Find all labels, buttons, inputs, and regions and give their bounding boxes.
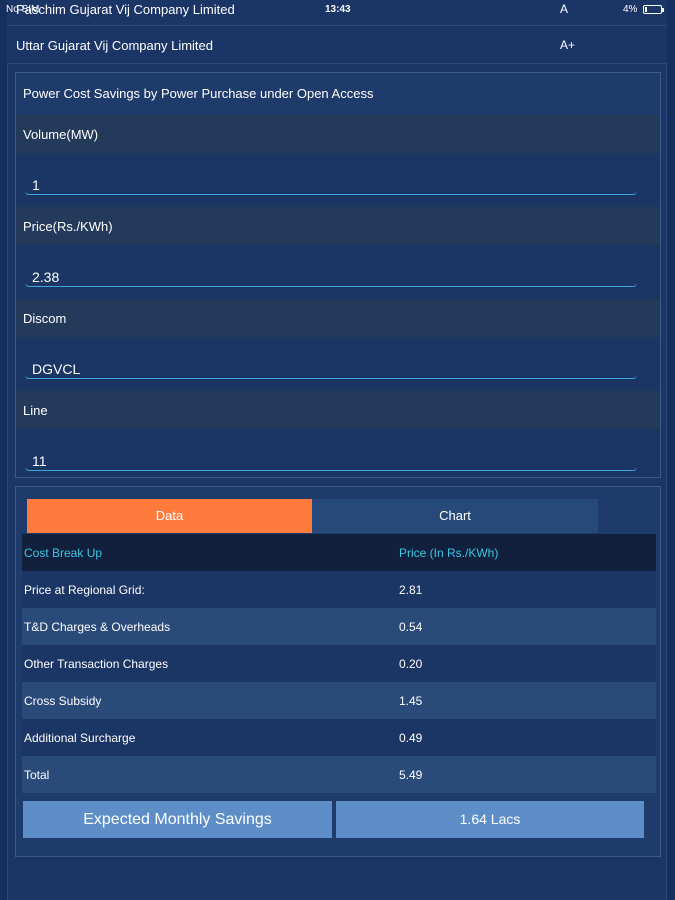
row-value: 0.54 [399,620,423,634]
discom-label-row: Discom [16,299,660,337]
row-value: 5.49 [399,768,423,782]
table-row: Cross Subsidy 1.45 [22,682,656,719]
discom-field-row: DGVCL [16,337,660,391]
discom-select[interactable]: DGVCL [25,347,637,379]
row-value: 1.45 [399,694,423,708]
clock: 13:43 [325,4,351,15]
battery-icon [643,5,664,14]
volume-input[interactable]: 1 [25,163,637,195]
table-header: Cost Break Up Price (In Rs./KWh) [22,534,656,571]
table-row: Additional Surcharge 0.49 [22,719,656,756]
row-value: 0.49 [399,731,423,745]
volume-label-row: Volume(MW) [16,115,660,153]
table-row: T&D Charges & Overheads 0.54 [22,608,656,645]
font-size-increase-button[interactable]: A+ [560,38,575,52]
discom-label: Discom [23,311,67,326]
cost-breakup-table: Cost Break Up Price (In Rs./KWh) Price a… [22,534,656,793]
table-row: Price at Regional Grid: 2.81 [22,571,656,608]
price-input[interactable]: 2.38 [25,255,637,287]
company-name: Uttar Gujarat Vij Company Limited [16,38,214,53]
row-label: Additional Surcharge [24,731,136,745]
price-label: Price(Rs./KWh) [23,219,113,234]
volume-label: Volume(MW) [23,127,99,142]
form-title: Power Cost Savings by Power Purchase und… [23,86,374,101]
volume-field-row: 1 [16,153,660,207]
line-select[interactable]: 11 [25,439,637,471]
tab-chart[interactable]: Chart [312,499,598,533]
row-label: Total [24,768,50,782]
company-row-uttar[interactable]: Uttar Gujarat Vij Company Limited A+ [7,26,667,64]
row-value: 2.81 [399,583,423,597]
header-cost-break-up: Cost Break Up [24,546,103,560]
line-label-row: Line [16,391,660,429]
header-price: Price (In Rs./KWh) [399,546,499,560]
row-label: T&D Charges & Overheads [24,620,171,634]
savings-value-button[interactable]: 1.64 Lacs [336,801,644,838]
table-row: Other Transaction Charges 0.20 [22,645,656,682]
line-field-row: 11 [16,429,660,477]
line-label: Line [23,403,48,418]
price-label-row: Price(Rs./KWh) [16,207,660,245]
status-bar: No SIM 13:43 4% [0,0,675,20]
carrier-label: No SIM [6,4,40,15]
calculator-form: Power Cost Savings by Power Purchase und… [15,72,661,478]
row-label: Price at Regional Grid: [24,583,145,597]
tab-data[interactable]: Data [27,499,312,533]
row-value: 0.20 [399,657,423,671]
price-field-row: 2.38 [16,245,660,299]
battery-percent: 4% [623,4,638,15]
table-row-total: Total 5.49 [22,756,656,793]
row-label: Other Transaction Charges [24,657,169,671]
row-label: Cross Subsidy [24,694,102,708]
results-panel: Data Chart Cost Break Up Price (In Rs./K… [15,486,661,857]
expected-monthly-savings-button[interactable]: Expected Monthly Savings [23,801,332,838]
